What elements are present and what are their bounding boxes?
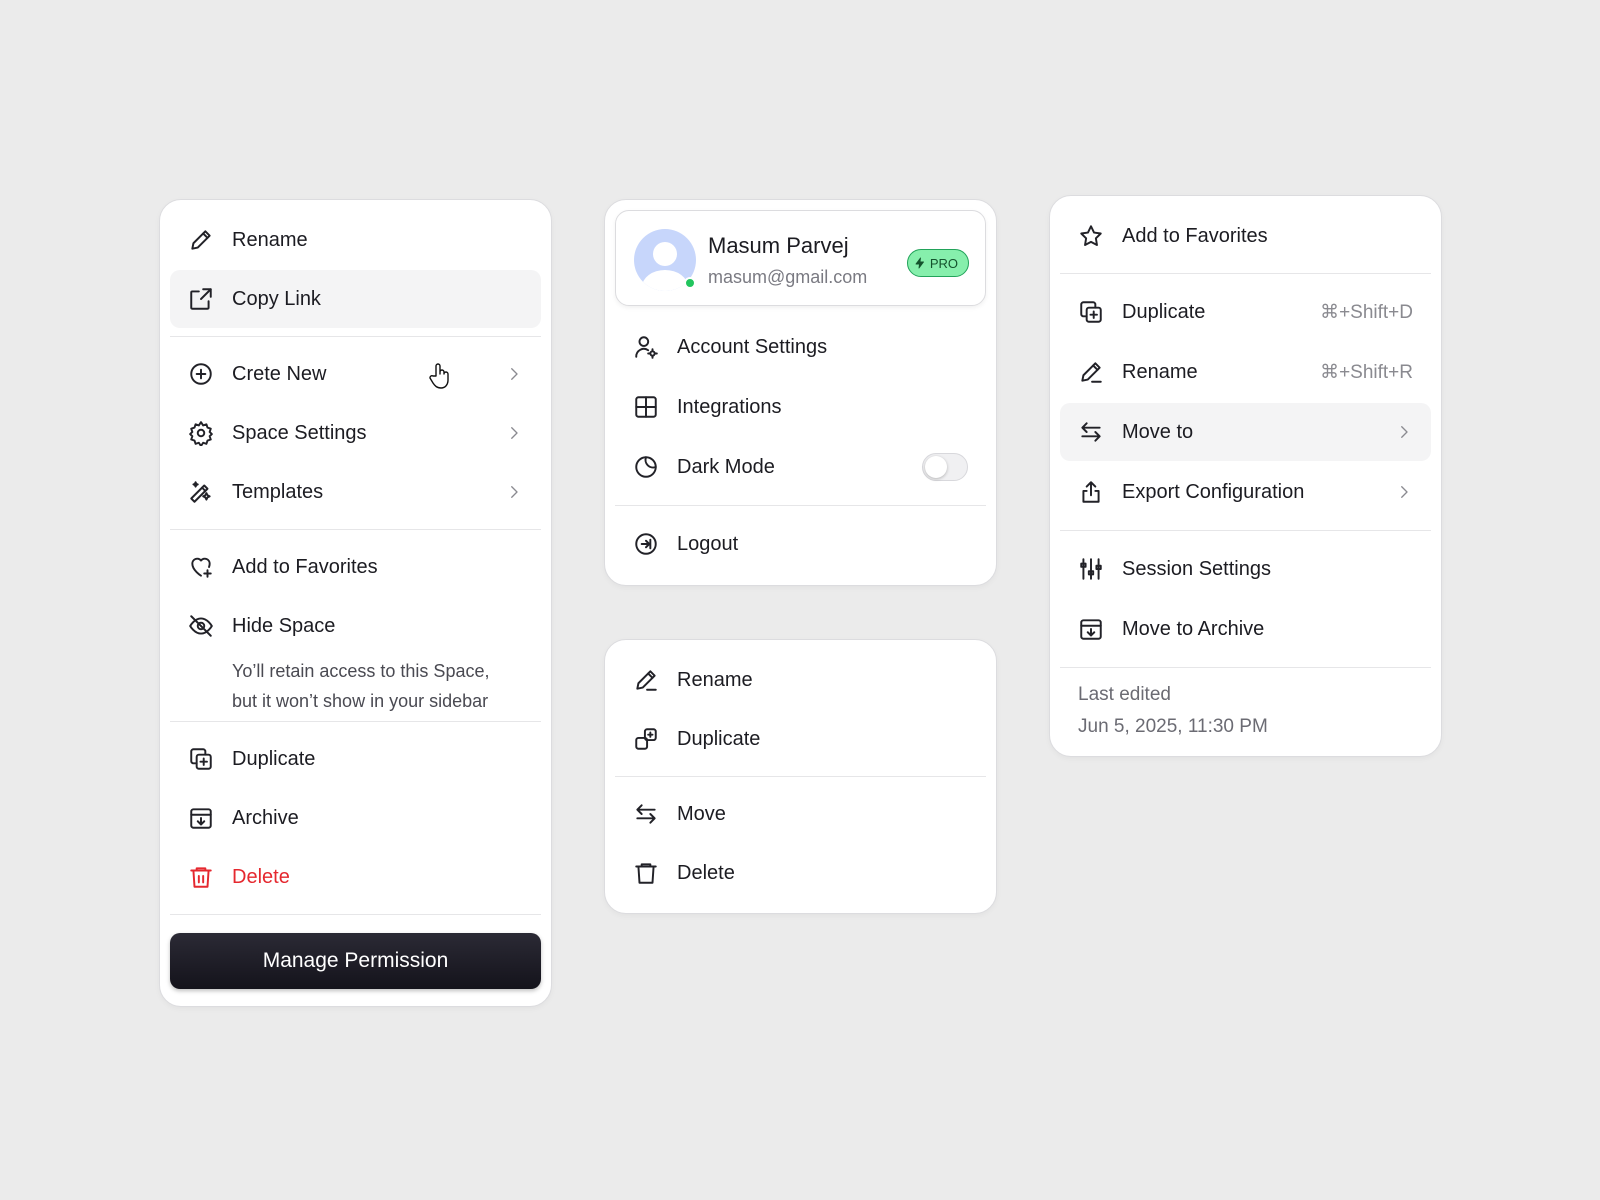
profile-email: masum@gmail.com [708, 267, 868, 287]
logout-icon [633, 531, 659, 557]
divider [1060, 530, 1431, 531]
menu-item-create-new[interactable]: Crete New [170, 345, 541, 403]
sliders-icon [1078, 556, 1104, 582]
chevron-right-icon [511, 368, 518, 380]
last-edited-label: Last edited [1078, 684, 1171, 705]
star-icon [1078, 223, 1104, 249]
last-edited-value: Jun 5, 2025, 11:30 PM [1078, 716, 1268, 737]
profile-name: Masum Parvej [708, 233, 849, 258]
menu-item-integrations[interactable]: Integrations [615, 378, 986, 436]
menu-item-account-settings[interactable]: Account Settings [615, 318, 986, 376]
online-status-dot [684, 277, 696, 289]
menu-item-duplicate[interactable]: Duplicate ⌘+Shift+D [1060, 283, 1431, 341]
divider [615, 776, 986, 777]
item-context-menu: Rename Duplicate Move Delete [604, 639, 997, 914]
menu-item-export-configuration[interactable]: Export Configuration [1060, 463, 1431, 521]
trash-icon [633, 860, 659, 886]
moon-icon [633, 454, 659, 480]
menu-item-copy-link[interactable]: Copy Link [170, 270, 541, 389]
divider [170, 529, 541, 530]
menu-item-space-settings[interactable]: Space Settings [170, 404, 541, 462]
menu-item-session-settings[interactable]: Session Settings [1060, 540, 1431, 598]
pencil-icon [633, 667, 659, 693]
pencil-icon [1078, 359, 1104, 385]
menu-item-add-favorites[interactable]: Add to Favorites [1060, 207, 1431, 265]
divider [170, 721, 541, 722]
rename-shortcut: ⌘+Shift+R [1320, 361, 1413, 383]
profile-card[interactable]: Masum Parvej masum@gmail.com PRO [615, 210, 986, 306]
trash-icon [188, 864, 214, 890]
menu-item-archive[interactable]: Archive [170, 789, 541, 847]
swap-arrows-icon [1078, 419, 1104, 445]
user-gear-icon [633, 334, 659, 360]
heart-plus-icon [188, 554, 214, 580]
menu-item-move-to-archive[interactable]: Move to Archive [1060, 600, 1431, 658]
menu-item-move-to[interactable]: Move to [1060, 403, 1431, 461]
divider [1060, 273, 1431, 274]
menu-item-delete[interactable]: Delete [170, 848, 541, 906]
lightning-icon [915, 257, 924, 269]
space-context-menu: Rename Copy Link Crete New Space Setting… [159, 199, 552, 1007]
grid-icon [633, 394, 659, 420]
divider [170, 914, 541, 915]
duplicate-icon [1078, 299, 1104, 325]
chevron-right-icon [1401, 426, 1408, 438]
eye-off-icon [188, 613, 214, 639]
menu-item-move[interactable]: Move [615, 785, 986, 843]
menu-item-duplicate[interactable]: Duplicate [615, 710, 986, 768]
chevron-right-icon [511, 486, 518, 498]
pro-badge: PRO [906, 249, 969, 277]
divider [170, 336, 541, 337]
magic-wand-icon [188, 479, 214, 505]
divider [1060, 667, 1431, 668]
menu-item-rename[interactable]: Rename [170, 211, 541, 269]
archive-icon [1078, 616, 1104, 642]
menu-item-rename[interactable]: Rename [615, 651, 986, 709]
menu-item-delete[interactable]: Delete [615, 844, 986, 902]
divider [615, 505, 986, 506]
chevron-right-icon [1401, 486, 1408, 498]
dark-mode-toggle[interactable] [922, 453, 968, 481]
profile-menu: Masum Parvej masum@gmail.com PRO Account… [604, 199, 997, 586]
plus-circle-icon [188, 361, 214, 387]
menu-item-hide-space[interactable]: Hide Space [170, 597, 541, 655]
menu-item-logout[interactable]: Logout [615, 515, 986, 573]
menu-item-dark-mode[interactable]: Dark Mode [615, 438, 986, 496]
duplicate-shortcut: ⌘+Shift+D [1320, 301, 1413, 323]
menu-item-duplicate[interactable]: Duplicate [170, 730, 541, 788]
share-icon [1078, 479, 1104, 505]
configuration-menu: Add to Favorites Duplicate ⌘+Shift+D Ren… [1049, 195, 1442, 757]
duplicate-icon [188, 746, 214, 772]
menu-item-rename[interactable]: Rename ⌘+Shift+R [1060, 343, 1431, 401]
hide-space-note: Yo’ll retain access to this Space, but i… [232, 661, 490, 711]
archive-icon [188, 805, 214, 831]
manage-permission-button[interactable]: Manage Permission [170, 933, 541, 989]
gear-icon [188, 420, 214, 446]
menu-item-templates[interactable]: Templates [170, 463, 541, 521]
swap-arrows-icon [633, 801, 659, 827]
chevron-right-icon [511, 427, 518, 439]
external-link-icon [188, 286, 214, 312]
menu-item-add-favorites[interactable]: Add to Favorites [170, 538, 541, 596]
duplicate-icon [633, 726, 659, 752]
pencil-icon [188, 227, 214, 253]
